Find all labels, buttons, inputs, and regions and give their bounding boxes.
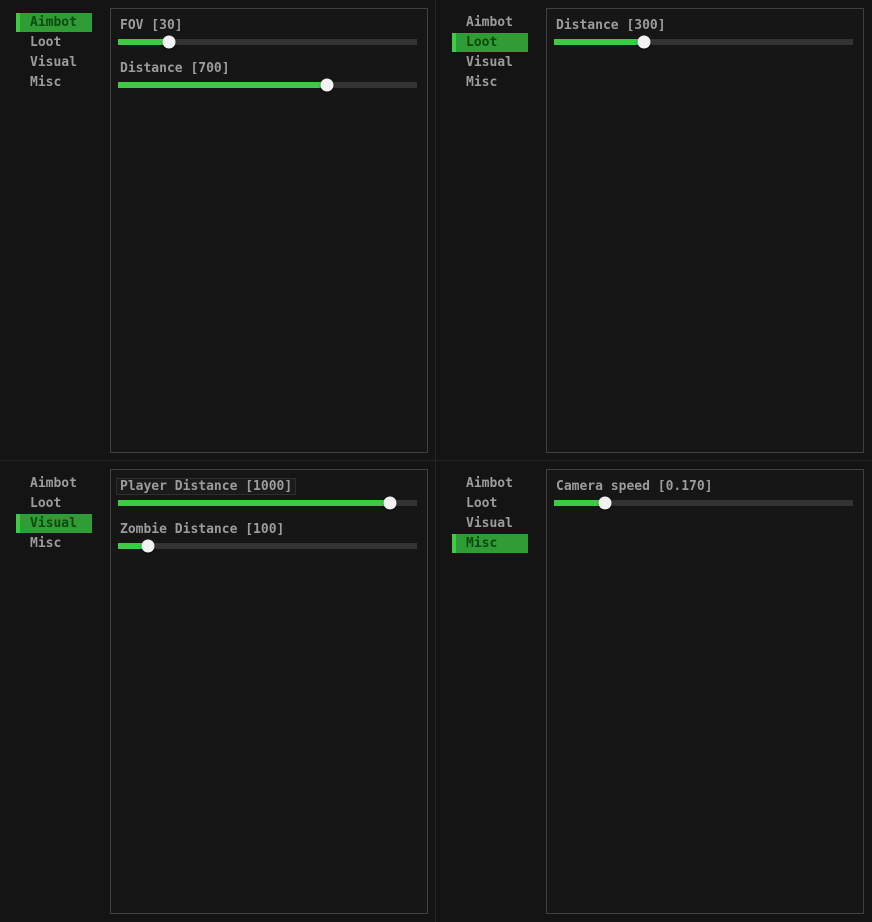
panel-visual: Player Distance [1000] Zombie Distance [1… xyxy=(110,469,428,914)
slider-track-player-distance-1000[interactable] xyxy=(118,500,417,506)
slider-fill xyxy=(554,39,644,45)
quadrant-aimbot: AimbotLootVisualMisc FOV [30] Distance [70… xyxy=(0,0,436,461)
tab-misc[interactable]: Misc xyxy=(456,534,528,553)
slider-track-distance-300[interactable] xyxy=(554,39,853,45)
sidebar-aimbot: AimbotLootVisualMisc xyxy=(20,13,106,92)
tab-loot[interactable]: Loot xyxy=(456,494,542,513)
sidebar-visual: AimbotLootVisualMisc xyxy=(20,474,106,553)
tab-misc[interactable]: Misc xyxy=(20,73,106,92)
slider-label: Zombie Distance [100] xyxy=(120,522,284,537)
slider-player-distance-1000: Player Distance [1000] xyxy=(120,477,418,506)
slider-label-row: Distance [700] xyxy=(120,59,418,77)
tab-visual[interactable]: Visual xyxy=(20,53,106,72)
panel-loot: Distance [300] xyxy=(546,8,864,453)
slider-fill xyxy=(554,500,605,506)
slider-fov-30: FOV [30] xyxy=(120,16,418,45)
slider-camera-speed-0-170: Camera speed [0.170] xyxy=(556,477,854,506)
quadrant-loot: AimbotLootVisualMisc Distance [300] xyxy=(436,0,872,461)
slider-label-row: FOV [30] xyxy=(120,16,418,34)
slider-track-distance-700[interactable] xyxy=(118,82,417,88)
slider-label: Distance [300] xyxy=(556,18,666,33)
slider-label-row: Player Distance [1000] xyxy=(120,477,418,495)
tab-aimbot[interactable]: Aimbot xyxy=(20,13,92,32)
slider-label-row: Zombie Distance [100] xyxy=(120,520,418,538)
slider-track-camera-speed-0-170[interactable] xyxy=(554,500,853,506)
tab-aimbot[interactable]: Aimbot xyxy=(20,474,106,493)
slider-track-zombie-distance-100[interactable] xyxy=(118,543,417,549)
cheat-menu: AimbotLootVisualMiscFOV [30]Distance [70… xyxy=(0,0,872,922)
panel-misc: Camera speed [0.170] xyxy=(546,469,864,914)
tab-visual[interactable]: Visual xyxy=(456,514,542,533)
sidebar-misc: AimbotLootVisualMisc xyxy=(456,474,542,553)
slider-label: FOV [30] xyxy=(120,18,183,33)
tab-loot[interactable]: Loot xyxy=(20,494,106,513)
slider-thumb[interactable] xyxy=(598,497,611,510)
tab-visual[interactable]: Visual xyxy=(456,53,542,72)
slider-fill xyxy=(118,82,327,88)
tab-aimbot[interactable]: Aimbot xyxy=(456,13,542,32)
slider-label: Player Distance [1000] xyxy=(117,479,295,494)
sidebar-loot: AimbotLootVisualMisc xyxy=(456,13,542,92)
slider-label: Distance [700] xyxy=(120,61,230,76)
tab-visual[interactable]: Visual xyxy=(20,514,92,533)
slider-label: Camera speed [0.170] xyxy=(556,479,713,494)
slider-thumb[interactable] xyxy=(141,540,154,553)
quadrant-misc: AimbotLootVisualMisc Camera speed [0.170] xyxy=(436,461,872,922)
slider-zombie-distance-100: Zombie Distance [100] xyxy=(120,520,418,549)
panel-aimbot: FOV [30] Distance [700] xyxy=(110,8,428,453)
slider-label-row: Distance [300] xyxy=(556,16,854,34)
tab-loot[interactable]: Loot xyxy=(456,33,528,52)
slider-thumb[interactable] xyxy=(162,36,175,49)
slider-label-row: Camera speed [0.170] xyxy=(556,477,854,495)
tab-aimbot[interactable]: Aimbot xyxy=(456,474,542,493)
slider-distance-700: Distance [700] xyxy=(120,59,418,88)
slider-thumb[interactable] xyxy=(637,36,650,49)
quadrant-visual: AimbotLootVisualMiscPlayer Distance [100… xyxy=(0,461,436,922)
slider-thumb[interactable] xyxy=(384,497,397,510)
slider-fill xyxy=(118,500,390,506)
slider-track-fov-30[interactable] xyxy=(118,39,417,45)
slider-thumb[interactable] xyxy=(321,79,334,92)
slider-fill xyxy=(118,39,169,45)
tab-misc[interactable]: Misc xyxy=(20,534,106,553)
slider-distance-300: Distance [300] xyxy=(556,16,854,45)
tab-misc[interactable]: Misc xyxy=(456,73,542,92)
tab-loot[interactable]: Loot xyxy=(20,33,106,52)
